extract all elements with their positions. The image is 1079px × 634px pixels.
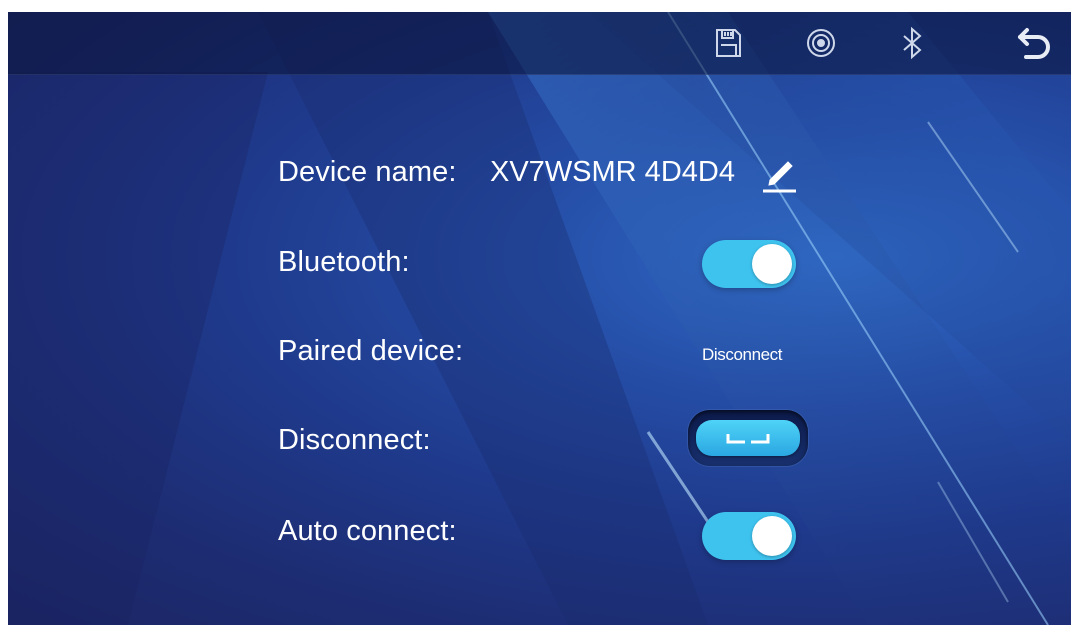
paired-device-value: Disconnect	[702, 345, 783, 364]
edit-pencil-icon[interactable]	[760, 156, 798, 194]
toggle-knob	[752, 516, 792, 556]
back-icon[interactable]	[1012, 26, 1054, 60]
toggle-knob	[752, 244, 792, 284]
top-toolbar	[8, 12, 1071, 75]
auto-connect-toggle[interactable]	[702, 512, 796, 560]
bluetooth-label: Bluetooth:	[278, 246, 410, 278]
wireless-signal-icon[interactable]	[803, 26, 839, 60]
device-name-value: XV7WSMR 4D4D4	[490, 156, 735, 188]
bluetooth-toggle[interactable]	[702, 240, 796, 288]
paired-device-label: Paired device:	[278, 335, 464, 367]
bluetooth-icon[interactable]	[894, 26, 930, 60]
bluetooth-settings-screen: Device name: XV7WSMR 4D4D4 Bluetooth: Pa…	[8, 12, 1071, 625]
auto-connect-label: Auto connect:	[278, 515, 457, 547]
disconnect-button-face	[696, 420, 800, 456]
device-name-label: Device name:	[278, 156, 457, 188]
disconnect-button[interactable]	[688, 410, 808, 466]
save-icon[interactable]	[710, 26, 746, 60]
disconnect-label: Disconnect:	[278, 424, 431, 456]
disconnect-glyph-icon	[726, 434, 770, 444]
background-decoration	[8, 12, 1071, 625]
